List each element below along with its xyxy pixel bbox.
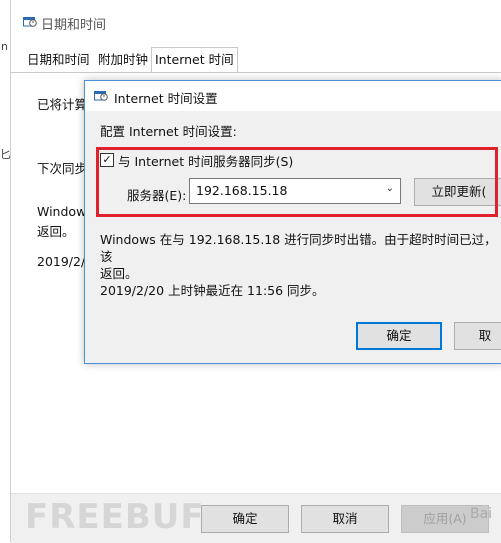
dialog-cancel-button[interactable]: 取 [454,322,501,350]
last-sync-text: 2019/2/20 上时钟最近在 11:56 同步。 [100,283,325,298]
content-text: Window [37,204,87,219]
date-time-icon [23,17,37,27]
dialog-title: Internet 时间设置 [114,91,218,106]
freebuf-watermark: FREEBUF [25,497,205,537]
dialog-ok-button[interactable]: 确定 [356,322,442,350]
content-text: 返回。 [37,224,75,239]
tab-internet-time[interactable]: Internet 时间 [151,47,238,74]
red-highlight-box [96,147,498,217]
background-window-edge: n 匕 [0,0,11,542]
window-title: 日期和时间 [41,18,107,33]
internet-time-settings-dialog: Internet 时间设置 配置 Internet 时间设置: ✓ 与 Inte… [84,80,501,364]
edge-text-fragment: n [1,40,8,53]
tab-date-time[interactable]: 日期和时间 [24,48,93,72]
tab-strip: 日期和时间 附加时钟 Internet 时间 [11,47,501,74]
cancel-button[interactable]: 取消 [301,505,389,533]
baidu-watermark: Bai [470,506,493,522]
error-line: Windows 在与 192.168.15.18 进行同步时出错。由于超时时间已… [100,232,497,264]
ok-button[interactable]: 确定 [201,505,289,533]
config-label: 配置 Internet 时间设置: [100,124,237,139]
dialog-title-bar: Internet 时间设置 [85,81,501,111]
sync-error-message: Windows 在与 192.168.15.18 进行同步时出错。由于超时时间已… [100,231,501,282]
title-bar: 日期和时间 [11,0,501,40]
content-text: 已将计算 [37,97,88,112]
tab-additional-clocks[interactable]: 附加时钟 [95,48,151,72]
content-text: 下次同步 [37,161,88,176]
date-time-icon [94,91,108,101]
